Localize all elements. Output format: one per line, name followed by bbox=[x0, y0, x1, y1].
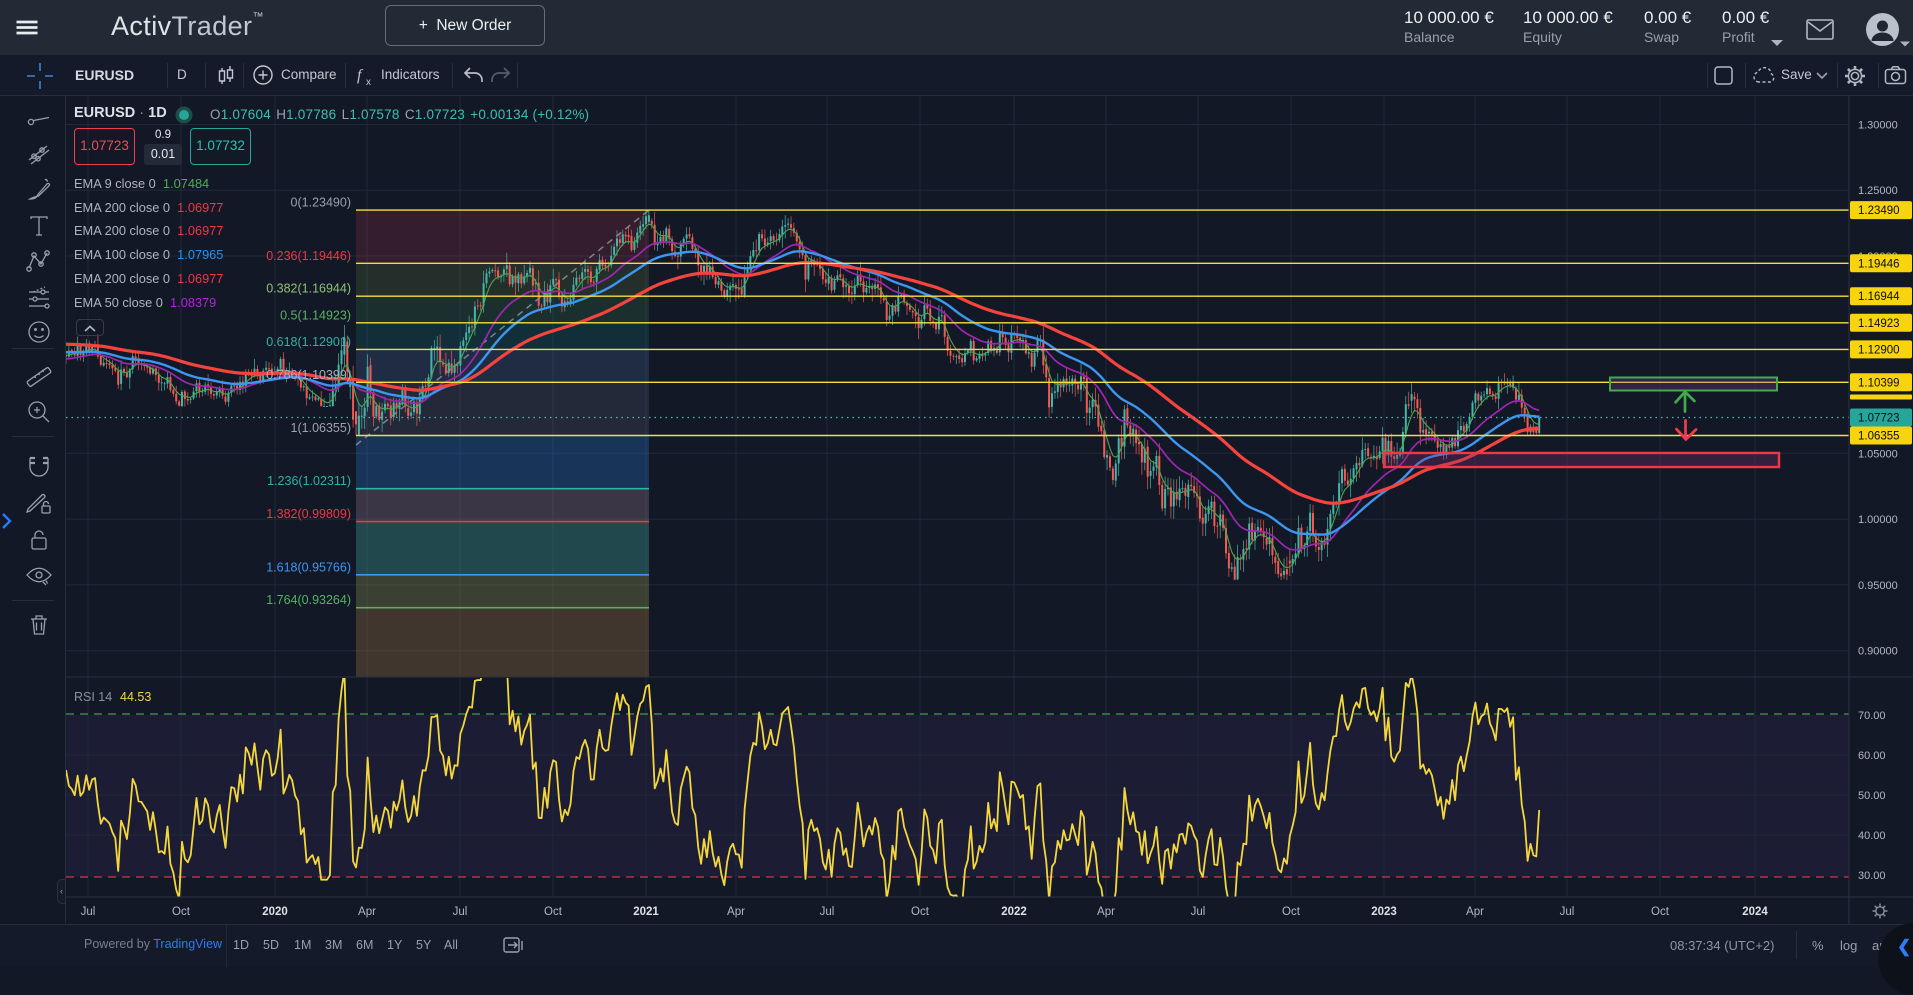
svg-text:Apr: Apr bbox=[727, 906, 745, 918]
svg-text:Oct: Oct bbox=[172, 906, 191, 918]
svg-text:x: x bbox=[366, 77, 371, 88]
svg-text:2020: 2020 bbox=[262, 906, 288, 918]
svg-text:0.236(1.19446): 0.236(1.19446) bbox=[266, 249, 351, 263]
svg-text:1.25000: 1.25000 bbox=[1858, 185, 1898, 197]
svg-text:1.14923: 1.14923 bbox=[1858, 318, 1900, 330]
svg-text:1.00000: 1.00000 bbox=[1858, 514, 1898, 526]
svg-text:0.786(1.10399): 0.786(1.10399) bbox=[266, 368, 351, 382]
svg-text:Oct: Oct bbox=[1282, 906, 1301, 918]
svg-text:1(1.06355): 1(1.06355) bbox=[291, 421, 351, 435]
svg-text:1.30000: 1.30000 bbox=[1858, 120, 1898, 132]
svg-text:Apr: Apr bbox=[1097, 906, 1115, 918]
svg-text:Jul: Jul bbox=[1191, 906, 1206, 918]
svg-text:2022: 2022 bbox=[1001, 906, 1027, 918]
svg-text:50.00: 50.00 bbox=[1858, 790, 1886, 802]
svg-text:1.06355: 1.06355 bbox=[1858, 431, 1900, 443]
svg-text:Apr: Apr bbox=[358, 906, 376, 918]
svg-text:RSI 14: RSI 14 bbox=[74, 690, 112, 704]
svg-text:1.236(1.02311): 1.236(1.02311) bbox=[267, 474, 351, 488]
svg-text:1.618(0.95766): 1.618(0.95766) bbox=[266, 560, 351, 574]
svg-text:1.764(0.93264): 1.764(0.93264) bbox=[266, 593, 351, 607]
svg-text:60.00: 60.00 bbox=[1858, 750, 1886, 762]
svg-text:0.618(1.12901): 0.618(1.12901) bbox=[266, 335, 351, 349]
svg-text:0.90000: 0.90000 bbox=[1858, 646, 1898, 658]
svg-text:1.382(0.99809): 1.382(0.99809) bbox=[266, 507, 351, 521]
svg-text:0.5(1.14923): 0.5(1.14923) bbox=[280, 308, 351, 322]
svg-text:Jul: Jul bbox=[81, 906, 96, 918]
svg-text:1.12900: 1.12900 bbox=[1858, 344, 1900, 356]
svg-text:Jul: Jul bbox=[1560, 906, 1575, 918]
svg-text:2024: 2024 bbox=[1742, 906, 1768, 918]
svg-text:1.19446: 1.19446 bbox=[1858, 258, 1900, 270]
svg-text:Oct: Oct bbox=[911, 906, 930, 918]
svg-text:2023: 2023 bbox=[1371, 906, 1397, 918]
svg-text:2021: 2021 bbox=[633, 906, 659, 918]
svg-text:f: f bbox=[357, 67, 364, 84]
svg-text:40.00: 40.00 bbox=[1858, 830, 1886, 842]
svg-text:1.10399: 1.10399 bbox=[1858, 377, 1900, 389]
svg-text:1.23490: 1.23490 bbox=[1858, 205, 1900, 217]
svg-text:1.07723: 1.07723 bbox=[1858, 413, 1900, 425]
svg-text:1.16944: 1.16944 bbox=[1858, 291, 1900, 303]
svg-text:30.00: 30.00 bbox=[1858, 870, 1886, 882]
svg-text:0.95000: 0.95000 bbox=[1858, 580, 1898, 592]
svg-text:Jul: Jul bbox=[453, 906, 468, 918]
svg-text:1.05000: 1.05000 bbox=[1858, 448, 1898, 460]
svg-text:0.382(1.16944): 0.382(1.16944) bbox=[266, 282, 351, 296]
svg-text:70.00: 70.00 bbox=[1858, 710, 1886, 722]
svg-text:Apr: Apr bbox=[1466, 906, 1484, 918]
svg-text:Jul: Jul bbox=[820, 906, 835, 918]
svg-text:Oct: Oct bbox=[544, 906, 563, 918]
svg-text:44.53: 44.53 bbox=[120, 690, 151, 704]
svg-text:0(1.23490): 0(1.23490) bbox=[291, 196, 351, 210]
svg-text:Oct: Oct bbox=[1651, 906, 1670, 918]
